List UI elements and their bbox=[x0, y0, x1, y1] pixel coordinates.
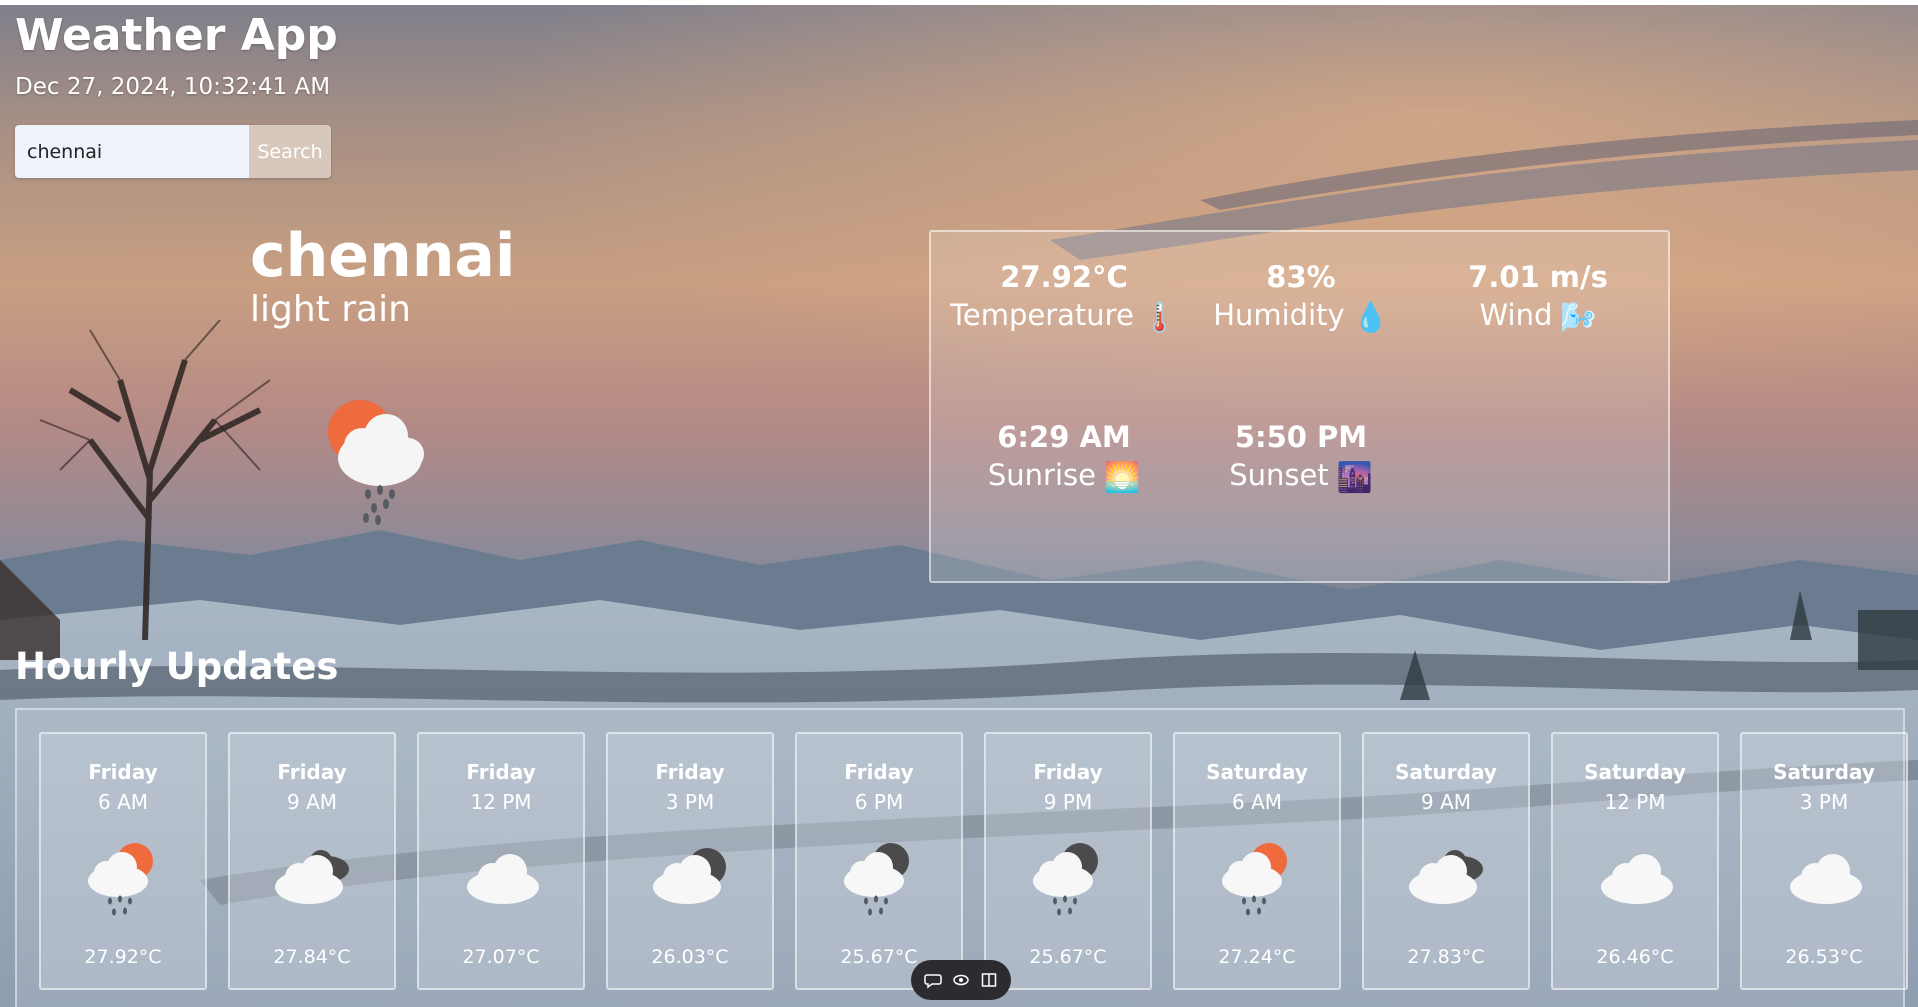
top-border bbox=[0, 0, 1918, 5]
cloud-icon bbox=[458, 839, 548, 919]
current-datetime: Dec 27, 2024, 10:32:41 AM bbox=[15, 74, 331, 100]
sunset-icon: 🌆 bbox=[1336, 459, 1373, 494]
panel-icon[interactable] bbox=[978, 969, 1000, 991]
hourly-time: 9 AM bbox=[1420, 790, 1472, 814]
stat-sunrise: 6:29 AM Sunrise 🌅 bbox=[946, 420, 1182, 497]
thermometer-icon: 🌡️ bbox=[1141, 299, 1178, 334]
hourly-day: Saturday bbox=[1206, 760, 1308, 784]
search-button[interactable]: Search bbox=[249, 125, 331, 178]
city-name: chennai bbox=[250, 221, 516, 291]
hourly-day: Friday bbox=[655, 760, 725, 784]
comment-icon[interactable] bbox=[922, 969, 944, 991]
hourly-time: 6 PM bbox=[854, 790, 904, 814]
sun-cloud-rain-icon bbox=[80, 839, 170, 919]
sunset-label: Sunset bbox=[1229, 457, 1329, 492]
hourly-temperature: 27.92°C bbox=[84, 946, 162, 968]
humidity-label: Humidity bbox=[1213, 297, 1345, 332]
floating-toolbar bbox=[911, 960, 1011, 1000]
hourly-day: Friday bbox=[466, 760, 536, 784]
hourly-time: 3 PM bbox=[1799, 790, 1849, 814]
hourly-card: Saturday 12 PM 26.46°C bbox=[1551, 732, 1719, 990]
app-title: Weather App bbox=[15, 10, 338, 61]
sun-cloud-rain-icon bbox=[1214, 839, 1304, 919]
hourly-temperature: 26.53°C bbox=[1785, 946, 1863, 968]
hourly-card: Friday 12 PM 27.07°C bbox=[417, 732, 585, 990]
cloud-icon bbox=[1592, 839, 1682, 919]
hourly-temperature: 25.67°C bbox=[1029, 946, 1107, 968]
night-cloud-rain-icon bbox=[836, 839, 926, 919]
stat-temperature: 27.92°C Temperature 🌡️ bbox=[946, 260, 1182, 337]
hourly-time: 12 PM bbox=[470, 790, 532, 814]
eye-icon[interactable] bbox=[950, 969, 972, 991]
hourly-day: Friday bbox=[88, 760, 158, 784]
sunrise-label: Sunrise bbox=[987, 457, 1096, 492]
hourly-card: Friday 3 PM 26.03°C bbox=[606, 732, 774, 990]
hourly-card: Saturday 9 AM 27.83°C bbox=[1362, 732, 1530, 990]
hourly-time: 9 AM bbox=[286, 790, 338, 814]
wind-value: 7.01 m/s bbox=[1468, 260, 1608, 294]
sunrise-value: 6:29 AM bbox=[997, 420, 1131, 454]
hourly-card: Friday 9 PM 25.67°C bbox=[984, 732, 1152, 990]
hourly-day: Saturday bbox=[1773, 760, 1875, 784]
hourly-card: Saturday 3 PM 26.53°C bbox=[1740, 732, 1908, 990]
hourly-temperature: 27.84°C bbox=[273, 946, 351, 968]
broken-clouds-icon bbox=[269, 839, 359, 919]
stat-wind: 7.01 m/s Wind 🌬️ bbox=[1420, 260, 1656, 337]
temperature-value: 27.92°C bbox=[1000, 260, 1128, 294]
hourly-time: 6 AM bbox=[1231, 790, 1283, 814]
hourly-updates-title: Hourly Updates bbox=[15, 645, 339, 688]
hourly-temperature: 26.46°C bbox=[1596, 946, 1674, 968]
hourly-day: Friday bbox=[844, 760, 914, 784]
temperature-label: Temperature bbox=[950, 297, 1134, 332]
search-input[interactable] bbox=[15, 125, 249, 178]
sunset-value: 5:50 PM bbox=[1234, 420, 1368, 454]
hourly-day: Friday bbox=[277, 760, 347, 784]
hourly-temperature: 27.83°C bbox=[1407, 946, 1485, 968]
droplet-icon: 💧 bbox=[1352, 299, 1389, 334]
hourly-temperature: 26.03°C bbox=[651, 946, 729, 968]
hourly-card: Saturday 6 AM 27.24°C bbox=[1173, 732, 1341, 990]
sunrise-icon: 🌅 bbox=[1104, 459, 1141, 494]
hourly-card: Friday 9 AM 27.84°C bbox=[228, 732, 396, 990]
sun-cloud-rain-icon bbox=[328, 400, 424, 525]
wind-face-icon: 🌬️ bbox=[1560, 299, 1597, 334]
search-bar: Search bbox=[15, 125, 331, 178]
broken-clouds-icon bbox=[1403, 839, 1493, 919]
weather-condition: light rain bbox=[250, 289, 411, 330]
stat-sunset: 5:50 PM Sunset 🌆 bbox=[1183, 420, 1419, 497]
hourly-day: Saturday bbox=[1584, 760, 1686, 784]
hourly-time: 6 AM bbox=[97, 790, 149, 814]
weather-stats-panel: 27.92°C Temperature 🌡️ 83% Humidity 💧 7.01… bbox=[929, 230, 1670, 583]
hourly-temperature: 27.24°C bbox=[1218, 946, 1296, 968]
hourly-time: 9 PM bbox=[1043, 790, 1093, 814]
hourly-time: 3 PM bbox=[665, 790, 715, 814]
hourly-day: Friday bbox=[1033, 760, 1103, 784]
humidity-value: 83% bbox=[1266, 260, 1336, 294]
wind-label: Wind bbox=[1479, 297, 1553, 332]
night-cloud-icon bbox=[647, 839, 737, 919]
hourly-card: Friday 6 PM 25.67°C bbox=[795, 732, 963, 990]
night-cloud-rain-icon bbox=[1025, 839, 1115, 919]
hourly-time: 12 PM bbox=[1604, 790, 1666, 814]
hourly-temperature: 27.07°C bbox=[462, 946, 540, 968]
cloud-icon bbox=[1781, 839, 1871, 919]
hourly-day: Saturday bbox=[1395, 760, 1497, 784]
hourly-card: Friday 6 AM 27.92°C bbox=[39, 732, 207, 990]
stat-humidity: 83% Humidity 💧 bbox=[1183, 260, 1419, 337]
